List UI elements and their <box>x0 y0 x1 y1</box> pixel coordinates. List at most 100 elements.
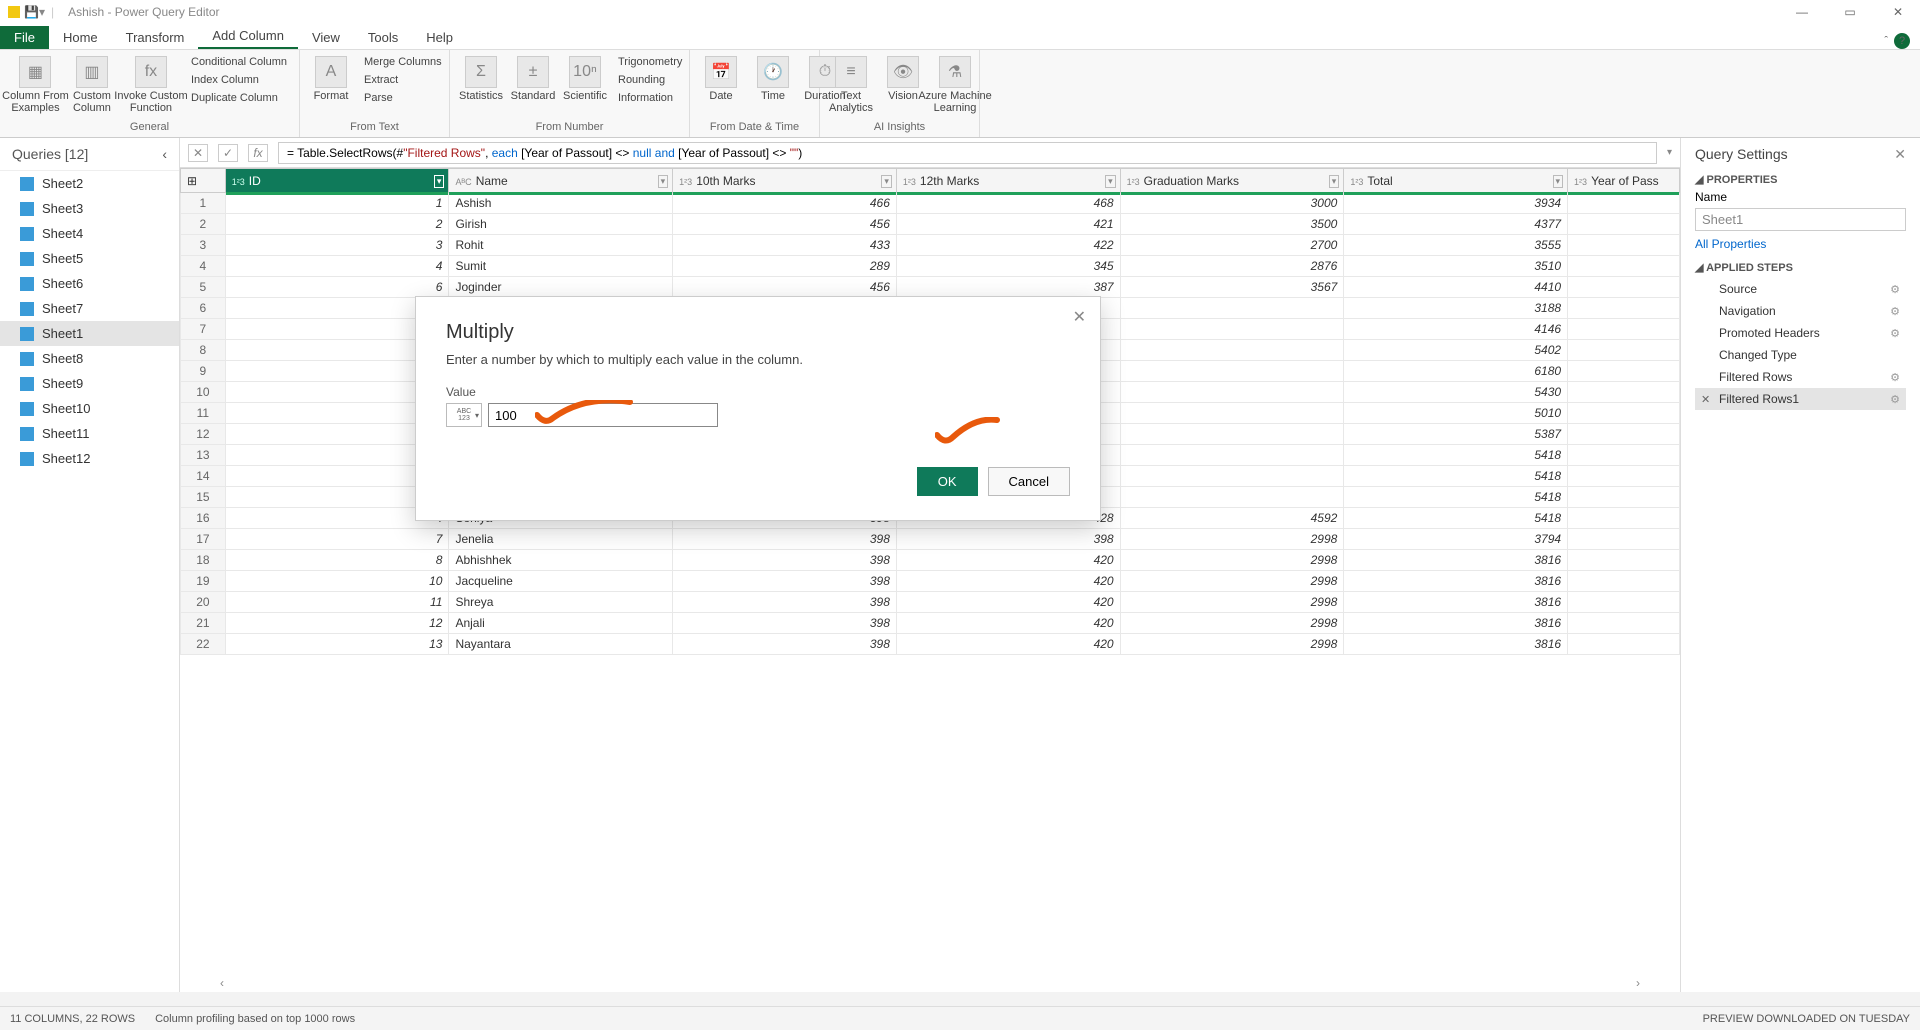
custom-column-button[interactable]: ▥Custom Column <box>67 52 117 118</box>
collapse-ribbon-icon[interactable]: ˆ <box>1884 35 1888 47</box>
date-button[interactable]: 📅Date <box>696 52 746 106</box>
information-button[interactable]: Information <box>616 90 684 106</box>
query-item-sheet5[interactable]: Sheet5 <box>0 246 179 271</box>
conditional-column-button[interactable]: Conditional Column <box>189 54 289 70</box>
table-row[interactable]: 44Sumit28934528763510 <box>181 256 1680 277</box>
title-sep: | <box>51 5 54 19</box>
query-item-sheet7[interactable]: Sheet7 <box>0 296 179 321</box>
extract-button[interactable]: Extract <box>362 72 444 88</box>
duplicate-column-button[interactable]: Duplicate Column <box>189 90 289 106</box>
ok-button[interactable]: OK <box>917 467 978 496</box>
query-item-sheet8[interactable]: Sheet8 <box>0 346 179 371</box>
tab-transform[interactable]: Transform <box>112 26 199 49</box>
applied-step[interactable]: ✕Filtered Rows1⚙ <box>1695 388 1906 410</box>
column-header-10th-marks[interactable]: 1²310th Marks▾ <box>673 169 897 193</box>
standard-button[interactable]: ±Standard <box>508 52 558 106</box>
maximize-button[interactable]: ▭ <box>1836 5 1864 19</box>
scientific-button[interactable]: 10ⁿScientific <box>560 52 610 106</box>
save-icon[interactable]: 💾 <box>24 5 39 19</box>
column-header-year-of-pass[interactable]: 1²3Year of Pass <box>1568 169 1680 193</box>
formula-cancel-icon[interactable]: ✕ <box>188 144 208 162</box>
time-button[interactable]: 🕐Time <box>748 52 798 106</box>
table-row[interactable]: 33Rohit43342227003555 <box>181 235 1680 256</box>
applied-step[interactable]: Navigation⚙ <box>1695 300 1906 322</box>
group-from-number-label: From Number <box>456 121 683 135</box>
table-row[interactable]: 177Jenelia39839829983794 <box>181 529 1680 550</box>
tab-tools[interactable]: Tools <box>354 26 412 49</box>
query-item-sheet1[interactable]: Sheet1 <box>0 321 179 346</box>
table-row[interactable]: 2011Shreya39842029983816 <box>181 592 1680 613</box>
gear-icon[interactable]: ⚙ <box>1890 283 1900 296</box>
applied-step[interactable]: Promoted Headers⚙ <box>1695 322 1906 344</box>
qat-dropdown-icon[interactable]: ▾ <box>39 5 45 19</box>
query-item-sheet3[interactable]: Sheet3 <box>0 196 179 221</box>
applied-step[interactable]: Source⚙ <box>1695 278 1906 300</box>
column-header-graduation-marks[interactable]: 1²3Graduation Marks▾ <box>1120 169 1344 193</box>
trigonometry-button[interactable]: Trigonometry <box>616 54 684 70</box>
formula-input[interactable]: = Table.SelectRows(#"Filtered Rows", eac… <box>278 142 1657 164</box>
all-properties-link[interactable]: All Properties <box>1695 237 1906 251</box>
applied-step[interactable]: Changed Type <box>1695 344 1906 366</box>
table-row[interactable]: 2112Anjali39842029983816 <box>181 613 1680 634</box>
scroll-right-icon[interactable]: › <box>1636 976 1640 990</box>
table-icon <box>20 452 34 466</box>
azure-ml-button[interactable]: ⚗Azure Machine Learning <box>930 52 980 118</box>
formula-commit-icon[interactable]: ✓ <box>218 144 238 162</box>
rounding-button[interactable]: Rounding <box>616 72 684 88</box>
formula-fx-icon[interactable]: fx <box>248 144 268 162</box>
table-row[interactable]: 188Abhishhek39842029983816 <box>181 550 1680 571</box>
invoke-custom-function-button[interactable]: fxInvoke Custom Function <box>119 52 183 118</box>
query-item-sheet4[interactable]: Sheet4 <box>0 221 179 246</box>
table-row[interactable]: 56Joginder45638735674410 <box>181 277 1680 298</box>
tab-home[interactable]: Home <box>49 26 112 49</box>
gear-icon[interactable]: ⚙ <box>1890 393 1900 406</box>
table-row[interactable]: 11Ashish46646830003934 <box>181 193 1680 214</box>
query-item-sheet2[interactable]: Sheet2 <box>0 171 179 196</box>
group-ai-insights-label: AI Insights <box>826 121 973 135</box>
dialog-close-icon[interactable]: ✕ <box>1073 307 1086 327</box>
minimize-button[interactable]: — <box>1788 5 1816 19</box>
query-item-sheet12[interactable]: Sheet12 <box>0 446 179 471</box>
delete-step-icon[interactable]: ✕ <box>1701 393 1710 406</box>
column-header-12th-marks[interactable]: 1²312th Marks▾ <box>896 169 1120 193</box>
merge-columns-button[interactable]: Merge Columns <box>362 54 444 70</box>
statistics-button[interactable]: ΣStatistics <box>456 52 506 106</box>
formula-expand-icon[interactable]: ▾ <box>1667 147 1672 158</box>
query-item-sheet11[interactable]: Sheet11 <box>0 421 179 446</box>
tab-add-column[interactable]: Add Column <box>198 24 298 49</box>
value-type-dropdown[interactable]: ABC123 ▾ <box>446 403 482 427</box>
parse-button[interactable]: Parse <box>362 90 444 106</box>
query-item-sheet6[interactable]: Sheet6 <box>0 271 179 296</box>
tab-help[interactable]: Help <box>412 26 467 49</box>
value-input[interactable] <box>488 403 718 427</box>
column-header-total[interactable]: 1²3Total▾ <box>1344 169 1568 193</box>
tab-file[interactable]: File <box>0 26 49 49</box>
gear-icon[interactable]: ⚙ <box>1890 327 1900 340</box>
gear-icon[interactable]: ⚙ <box>1890 371 1900 384</box>
table-row[interactable]: 2213Nayantara39842029983816 <box>181 634 1680 655</box>
query-settings-panel: Query Settings✕ ◢ PROPERTIES Name All Pr… <box>1680 138 1920 992</box>
format-button[interactable]: AFormat <box>306 52 356 106</box>
tab-view[interactable]: View <box>298 26 354 49</box>
group-from-text-label: From Text <box>306 121 443 135</box>
table-row[interactable]: 22Girish45642135004377 <box>181 214 1680 235</box>
table-row[interactable]: 1910Jacqueline39842029983816 <box>181 571 1680 592</box>
collapse-queries-icon[interactable]: ‹ <box>162 146 167 162</box>
table-corner-icon[interactable]: ⊞ <box>181 169 226 193</box>
horizontal-scrollbar[interactable]: ‹ › <box>180 974 1680 992</box>
help-icon[interactable]: ? <box>1894 33 1910 49</box>
query-item-sheet9[interactable]: Sheet9 <box>0 371 179 396</box>
column-from-examples-button[interactable]: ▦Column From Examples <box>6 52 65 118</box>
text-analytics-button[interactable]: ≡Text Analytics <box>826 52 876 118</box>
close-settings-icon[interactable]: ✕ <box>1894 146 1906 163</box>
close-button[interactable]: ✕ <box>1884 5 1912 19</box>
gear-icon[interactable]: ⚙ <box>1890 305 1900 318</box>
query-name-input[interactable] <box>1695 208 1906 231</box>
column-header-name[interactable]: AᴮCName▾ <box>449 169 673 193</box>
applied-step[interactable]: Filtered Rows⚙ <box>1695 366 1906 388</box>
scroll-left-icon[interactable]: ‹ <box>220 976 224 990</box>
index-column-button[interactable]: Index Column <box>189 72 289 88</box>
query-item-sheet10[interactable]: Sheet10 <box>0 396 179 421</box>
column-header-id[interactable]: 1²3ID▾ <box>225 169 449 193</box>
cancel-button[interactable]: Cancel <box>988 467 1070 496</box>
